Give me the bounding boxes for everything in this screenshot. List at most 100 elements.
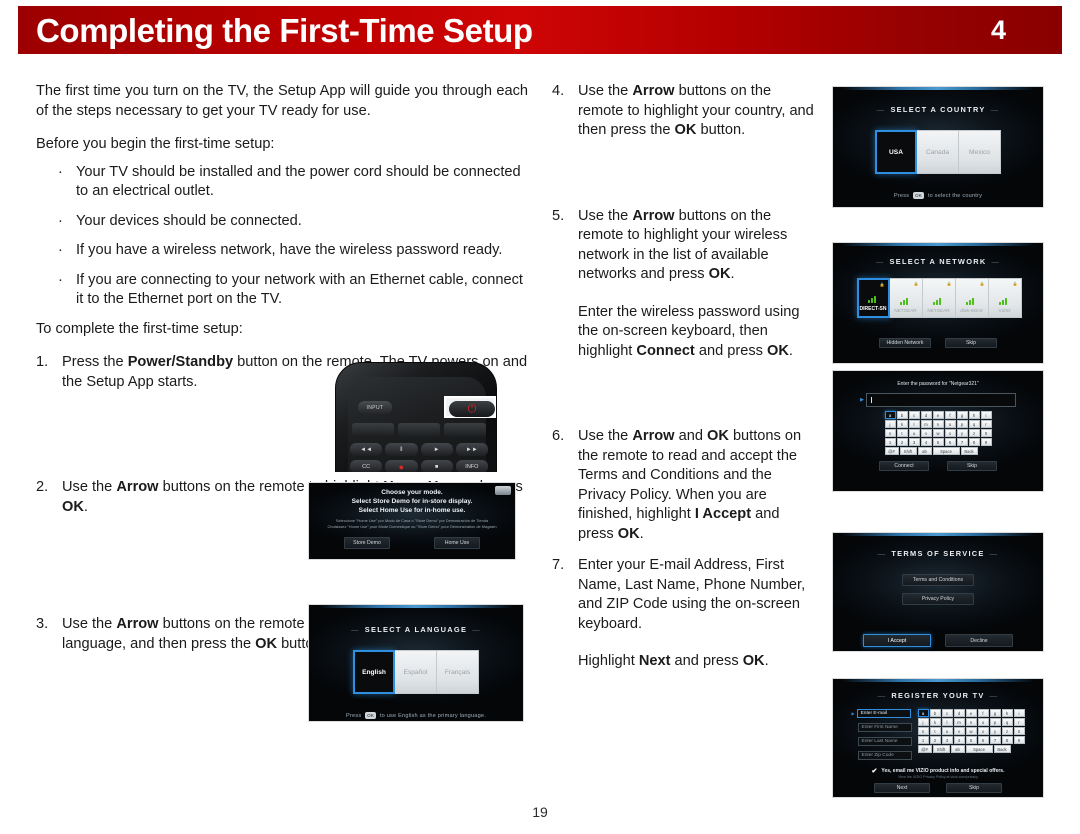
keyboard-key[interactable]: x <box>944 429 956 437</box>
country-option-mexico[interactable]: Mexico <box>959 130 1001 174</box>
keyboard-key[interactable]: z <box>968 429 980 437</box>
keyboard-key[interactable]: c <box>908 411 920 419</box>
keyboard-key[interactable]: 2 <box>929 736 941 744</box>
keyboard-key[interactable]: w <box>932 429 944 437</box>
keyboard-key[interactable]: r <box>1013 718 1025 726</box>
keyboard-key[interactable]: d <box>920 411 932 419</box>
network-list-item[interactable]: 🔒 NETGEAR <box>889 278 923 318</box>
keyboard-key[interactable]: 4 <box>920 438 932 446</box>
keyboard-key[interactable]: q <box>968 420 980 428</box>
keyboard-key[interactable]: f <box>944 411 956 419</box>
keyboard-key[interactable]: u <box>941 727 953 735</box>
keyboard-key[interactable]: 7 <box>956 438 968 446</box>
network-list-item[interactable]: 🔒 NETGEAR <box>922 278 956 318</box>
keyboard-key[interactable]: a <box>884 411 896 419</box>
keyboard-key[interactable]: 2 <box>896 438 908 446</box>
language-option-espanol[interactable]: Español <box>395 650 437 694</box>
i-accept-button[interactable]: I Accept <box>863 634 931 647</box>
register-optin-row[interactable]: ✔ Yes, email me VIZIO product info and s… <box>833 767 1043 775</box>
keyboard-key[interactable]: v <box>920 429 932 437</box>
language-option-english[interactable]: English <box>353 650 395 694</box>
keyboard-key[interactable]: l <box>908 420 920 428</box>
keyboard-key[interactable]: a <box>917 709 929 717</box>
keyboard-key[interactable]: 6 <box>977 736 989 744</box>
keyboard-key[interactable]: p <box>956 420 968 428</box>
language-option-francais[interactable]: Français <box>437 650 479 694</box>
keyboard-key[interactable]: 3 <box>908 438 920 446</box>
keyboard-key[interactable]: g <box>956 411 968 419</box>
hidden-network-button[interactable]: Hidden Network <box>879 338 931 348</box>
password-skip-button[interactable]: Skip <box>947 461 997 471</box>
keyboard-key[interactable]: s <box>917 727 929 735</box>
keyboard-key[interactable]: e <box>932 411 944 419</box>
connect-button[interactable]: Connect <box>879 461 929 471</box>
keyboard-key[interactable]: h <box>1001 709 1013 717</box>
keyboard-key[interactable]: n <box>965 718 977 726</box>
keyboard-key[interactable]: k <box>929 718 941 726</box>
register-onscreen-keyboard[interactable]: a b c d e f g h i j k l m n o p q r s t u v w x y z 0 1 2 3 4 5 6 7 8 9 @# Sh… <box>917 709 1025 760</box>
keyboard-key[interactable]: 9 <box>980 438 992 446</box>
keyboard-key[interactable]: i <box>980 411 992 419</box>
keyboard-key-ab[interactable]: ab <box>917 447 932 455</box>
password-input[interactable] <box>865 393 1016 407</box>
keyboard-key-back[interactable]: Back <box>993 745 1011 753</box>
store-demo-button[interactable]: Store Demo <box>344 537 390 549</box>
keyboard-key[interactable]: j <box>917 718 929 726</box>
keyboard-key[interactable]: x <box>977 727 989 735</box>
decline-button[interactable]: Decline <box>945 634 1013 647</box>
country-option-canada[interactable]: Canada <box>917 130 959 174</box>
keyboard-key[interactable]: m <box>920 420 932 428</box>
keyboard-key[interactable]: h <box>968 411 980 419</box>
keyboard-key[interactable]: 3 <box>941 736 953 744</box>
keyboard-key[interactable]: t <box>896 429 908 437</box>
keyboard-key[interactable]: w <box>965 727 977 735</box>
keyboard-key-space[interactable]: Space <box>932 447 960 455</box>
keyboard-key[interactable]: 7 <box>989 736 1001 744</box>
keyboard-key[interactable]: b <box>896 411 908 419</box>
password-onscreen-keyboard[interactable]: a b c d e f g h i j k l m n o p q r s t u v w x y z 0 1 2 3 4 5 6 7 8 9 @# Sh… <box>884 411 992 455</box>
terms-and-conditions-button[interactable]: Terms and Conditions <box>902 574 974 586</box>
keyboard-key[interactable]: v <box>953 727 965 735</box>
keyboard-key[interactable]: q <box>1001 718 1013 726</box>
keyboard-key[interactable]: i <box>1013 709 1025 717</box>
network-list-item[interactable]: 🔒 dlink-5GHz <box>955 278 989 318</box>
keyboard-key[interactable]: l <box>941 718 953 726</box>
keyboard-key[interactable]: u <box>908 429 920 437</box>
privacy-policy-button[interactable]: Privacy Policy <box>902 593 974 605</box>
keyboard-key[interactable]: 4 <box>953 736 965 744</box>
network-list-item[interactable]: 🔒 DIRECT-SN <box>856 278 890 318</box>
keyboard-key[interactable]: 5 <box>932 438 944 446</box>
keyboard-key[interactable]: 1 <box>884 438 896 446</box>
register-last-name-field[interactable]: Enter Last Name <box>857 737 912 746</box>
keyboard-key[interactable]: t <box>929 727 941 735</box>
keyboard-key[interactable]: y <box>989 727 1001 735</box>
keyboard-key[interactable]: o <box>944 420 956 428</box>
keyboard-key[interactable]: y <box>956 429 968 437</box>
keyboard-key-back[interactable]: Back <box>960 447 978 455</box>
keyboard-key[interactable]: p <box>989 718 1001 726</box>
network-list-item[interactable]: 🔒 VIZIO <box>988 278 1022 318</box>
keyboard-key[interactable]: 1 <box>917 736 929 744</box>
keyboard-key[interactable]: 8 <box>968 438 980 446</box>
network-skip-button[interactable]: Skip <box>945 338 997 348</box>
keyboard-key-shift[interactable]: Shift <box>899 447 917 455</box>
keyboard-key[interactable]: s <box>884 429 896 437</box>
register-email-field[interactable]: Enter E-mail <box>856 709 911 718</box>
keyboard-key[interactable]: 0 <box>980 429 992 437</box>
keyboard-key[interactable]: b <box>929 709 941 717</box>
keyboard-key[interactable]: e <box>965 709 977 717</box>
keyboard-key[interactable]: 5 <box>965 736 977 744</box>
keyboard-key[interactable]: j <box>884 420 896 428</box>
keyboard-key[interactable]: z <box>1001 727 1013 735</box>
keyboard-key-space[interactable]: Space <box>965 745 993 753</box>
keyboard-key[interactable]: 9 <box>1013 736 1025 744</box>
keyboard-key[interactable]: 8 <box>1001 736 1013 744</box>
keyboard-key[interactable]: m <box>953 718 965 726</box>
keyboard-key[interactable]: n <box>932 420 944 428</box>
keyboard-key[interactable]: 6 <box>944 438 956 446</box>
keyboard-key[interactable]: c <box>941 709 953 717</box>
keyboard-key-ab[interactable]: ab <box>950 745 965 753</box>
register-zip-field[interactable]: Enter Zip Code <box>857 751 912 760</box>
keyboard-key[interactable]: k <box>896 420 908 428</box>
keyboard-key-[interactable]: @# <box>917 745 932 753</box>
